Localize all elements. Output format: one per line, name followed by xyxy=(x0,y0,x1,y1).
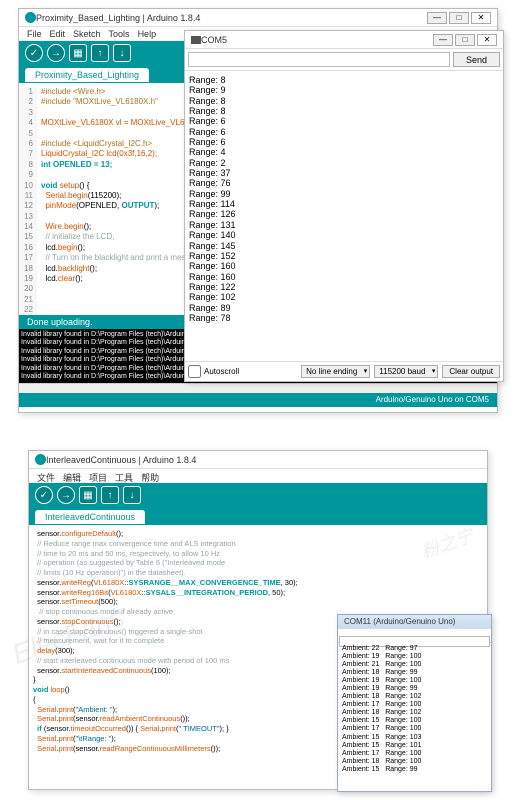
serial-line: Ambient: 18 Range: 99 xyxy=(342,669,487,677)
serial-line: Ambient: 18 Range: 102 xyxy=(342,693,487,701)
menu-file[interactable]: 文件 xyxy=(37,471,55,480)
send-button[interactable]: Send xyxy=(453,52,500,67)
arduino-icon xyxy=(35,454,46,465)
serial-line: Range: 126 xyxy=(189,209,499,219)
menu-edit[interactable]: Edit xyxy=(50,29,66,38)
titlebar[interactable]: COM5 — □ ✕ xyxy=(185,31,503,49)
verify-button[interactable]: ✓ xyxy=(35,486,53,504)
close-button[interactable]: ✕ xyxy=(477,34,497,46)
menubar: 文件 编辑 项目 工具 帮助 xyxy=(29,469,487,483)
arduino-icon xyxy=(25,12,36,23)
menu-tools[interactable]: 工具 xyxy=(115,471,133,480)
baud-dropdown[interactable]: 115200 baud xyxy=(374,365,438,378)
serial-line: Ambient: 15 Range: 103 xyxy=(342,734,487,742)
close-button[interactable]: ✕ xyxy=(471,12,491,24)
upload-button[interactable]: → xyxy=(47,44,65,62)
serial-line: Range: 78 xyxy=(189,313,499,323)
usb-icon xyxy=(191,36,201,44)
serial-line: Range: 8 xyxy=(189,75,499,85)
serial-output[interactable]: Ambient: 22 Range: 97Ambient: 19 Range: … xyxy=(338,643,491,789)
serial-line: Range: 102 xyxy=(189,292,499,302)
serial-monitor-window-1: COM5 — □ ✕ Send Range: 8Range: 9Range: 8… xyxy=(184,30,504,382)
serial-line: Range: 2 xyxy=(189,158,499,168)
serial-line: Range: 160 xyxy=(189,272,499,282)
new-button[interactable]: ▦ xyxy=(69,44,87,62)
serial-line: Range: 37 xyxy=(189,168,499,178)
menu-tools[interactable]: Tools xyxy=(109,29,130,38)
serial-line: Range: 145 xyxy=(189,241,499,251)
titlebar[interactable]: Proximity_Based_Lighting | Arduino 1.8.4… xyxy=(19,9,497,27)
serial-line: Range: 131 xyxy=(189,220,499,230)
toolbar: ✓ → ▦ ↑ ↓ xyxy=(29,483,487,507)
save-button[interactable]: ↓ xyxy=(113,44,131,62)
serial-line: Range: 8 xyxy=(189,106,499,116)
serial-line: Range: 8 xyxy=(189,96,499,106)
serial-footer: Autoscroll No line ending 115200 baud Cl… xyxy=(185,361,503,381)
save-button[interactable]: ↓ xyxy=(123,486,141,504)
minimize-button[interactable]: — xyxy=(427,12,447,24)
serial-monitor-window-2: COM11 (Arduino/Genuino Uno) Ambient: 22 … xyxy=(337,614,492,792)
serial-line: Ambient: 15 Range: 100 xyxy=(342,717,487,725)
serial-input-row: Send xyxy=(185,49,503,71)
serial-line: Range: 4 xyxy=(189,147,499,157)
horizontal-scrollbar[interactable] xyxy=(19,383,497,393)
serial-line: Ambient: 21 Range: 100 xyxy=(342,661,487,669)
open-button[interactable]: ↑ xyxy=(91,44,109,62)
serial-line: Range: 89 xyxy=(189,303,499,313)
window-title: Proximity_Based_Lighting | Arduino 1.8.4 xyxy=(36,13,427,23)
serial-line: Range: 76 xyxy=(189,178,499,188)
serial-line: Ambient: 19 Range: 100 xyxy=(342,677,487,685)
autoscroll-checkbox[interactable] xyxy=(188,365,201,378)
serial-line: Range: 9 xyxy=(189,85,499,95)
verify-button[interactable]: ✓ xyxy=(25,44,43,62)
menu-edit[interactable]: 编辑 xyxy=(63,471,81,480)
titlebar[interactable]: InterleavedContinuous | Arduino 1.8.4 xyxy=(29,451,487,469)
serial-input[interactable] xyxy=(188,52,450,67)
menu-sketch[interactable]: 项目 xyxy=(89,471,107,480)
serial-line: Ambient: 17 Range: 100 xyxy=(342,750,487,758)
serial-output[interactable]: Range: 8Range: 9Range: 8Range: 8Range: 6… xyxy=(185,71,503,361)
autoscroll-label: Autoscroll xyxy=(204,367,239,376)
serial-line: Range: 122 xyxy=(189,282,499,292)
serial-line: Range: 140 xyxy=(189,230,499,240)
serial-line: Range: 160 xyxy=(189,261,499,271)
serial-line: Ambient: 19 Range: 99 xyxy=(342,685,487,693)
serial-line: Ambient: 18 Range: 100 xyxy=(342,758,487,766)
serial-line: Ambient: 15 Range: 99 xyxy=(342,766,487,774)
serial-line: Ambient: 15 Range: 101 xyxy=(342,742,487,750)
maximize-button[interactable]: □ xyxy=(449,12,469,24)
window-title: InterleavedContinuous | Arduino 1.8.4 xyxy=(46,455,481,465)
open-button[interactable]: ↑ xyxy=(101,486,119,504)
menu-help[interactable]: 帮助 xyxy=(141,471,159,480)
serial-line: Ambient: 17 Range: 100 xyxy=(342,701,487,709)
minimize-button[interactable]: — xyxy=(433,34,453,46)
serial-line: Ambient: 19 Range: 100 xyxy=(342,653,487,661)
clear-output-button[interactable]: Clear output xyxy=(442,365,500,378)
serial-line: Range: 6 xyxy=(189,137,499,147)
serial-line: Range: 6 xyxy=(189,127,499,137)
serial-title: COM11 (Arduino/Genuino Uno) xyxy=(344,617,485,626)
serial-line: Range: 99 xyxy=(189,189,499,199)
line-ending-dropdown[interactable]: No line ending xyxy=(301,365,370,378)
menu-sketch[interactable]: Sketch xyxy=(73,29,101,38)
serial-line: Range: 114 xyxy=(189,199,499,209)
titlebar[interactable]: COM11 (Arduino/Genuino Uno) xyxy=(338,615,491,629)
new-button[interactable]: ▦ xyxy=(79,486,97,504)
footer-status: Arduino/Genuino Uno on COM5 xyxy=(19,393,497,407)
serial-line: Range: 152 xyxy=(189,251,499,261)
menu-help[interactable]: Help xyxy=(138,29,157,38)
tab-sketch[interactable]: Proximity_Based_Lighting xyxy=(25,68,149,82)
maximize-button[interactable]: □ xyxy=(455,34,475,46)
serial-line: Range: 6 xyxy=(189,116,499,126)
serial-line: Ambient: 17 Range: 100 xyxy=(342,725,487,733)
tabbar: InterleavedContinuous xyxy=(29,507,487,525)
serial-title: COM5 xyxy=(201,35,433,45)
serial-line: Ambient: 18 Range: 102 xyxy=(342,709,487,717)
menu-file[interactable]: File xyxy=(27,29,42,38)
tab-sketch[interactable]: InterleavedContinuous xyxy=(35,510,145,524)
upload-button[interactable]: → xyxy=(57,486,75,504)
